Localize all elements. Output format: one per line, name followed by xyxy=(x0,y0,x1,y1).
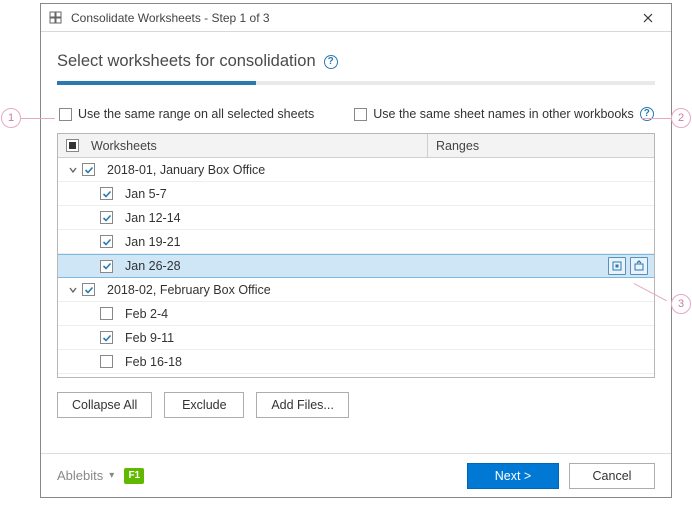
group-label: 2018-01, January Box Office xyxy=(107,163,265,177)
checkbox-icon[interactable] xyxy=(100,211,113,224)
col-worksheets-label: Worksheets xyxy=(91,139,157,153)
sheet-row[interactable]: Feb 16-18 xyxy=(58,350,654,374)
action-buttons-row: Collapse All Exclude Add Files... xyxy=(57,392,655,418)
exclude-label: Exclude xyxy=(182,398,226,412)
exclude-button[interactable]: Exclude xyxy=(164,392,244,418)
sheet-row[interactable]: Jan 26-28 xyxy=(58,254,654,278)
cancel-button[interactable]: Cancel xyxy=(569,463,655,489)
checkbox-icon[interactable] xyxy=(100,260,113,273)
brand-link[interactable]: Ablebits ▾ xyxy=(57,468,114,483)
chevron-down-icon: ▾ xyxy=(109,470,114,481)
annotation-3: 3 xyxy=(671,294,691,314)
add-files-button[interactable]: Add Files... xyxy=(256,392,349,418)
sheet-label: Feb 16-18 xyxy=(125,355,182,369)
next-label: Next > xyxy=(495,469,531,483)
caret-down-icon[interactable] xyxy=(66,165,80,175)
sheet-row[interactable]: Jan 19-21 xyxy=(58,230,654,254)
group-row[interactable]: 2018-02, February Box Office xyxy=(58,278,654,302)
checkbox-icon[interactable] xyxy=(100,187,113,200)
sheet-label: Jan 26-28 xyxy=(125,259,181,273)
titlebar: Consolidate Worksheets - Step 1 of 3 xyxy=(41,4,671,32)
cancel-label: Cancel xyxy=(593,469,632,483)
help-icon[interactable]: ? xyxy=(324,55,338,69)
grid-body: 2018-01, January Box Office Jan 5-7 Jan 12… xyxy=(58,158,654,377)
collapse-all-button[interactable]: Collapse All xyxy=(57,392,152,418)
checkbox-icon[interactable] xyxy=(100,331,113,344)
checkbox-icon xyxy=(354,108,367,121)
sheet-row[interactable]: Feb 2-4 xyxy=(58,302,654,326)
f1-label: F1 xyxy=(128,470,140,481)
sheet-label: Jan 5-7 xyxy=(125,187,167,201)
caret-down-icon[interactable] xyxy=(66,285,80,295)
page-heading: Select worksheets for consolidation xyxy=(57,52,316,71)
checkbox-icon[interactable] xyxy=(82,283,95,296)
sheet-label: Feb 9-11 xyxy=(125,331,174,345)
header-checkbox-icon[interactable] xyxy=(66,139,79,152)
checkbox-icon[interactable] xyxy=(100,307,113,320)
grid-header: Worksheets Ranges xyxy=(58,134,654,158)
opt-same-names-label: Use the same sheet names in other workbo… xyxy=(373,107,634,121)
annotation-2-line xyxy=(641,118,671,119)
next-button[interactable]: Next > xyxy=(467,463,559,489)
window-title: Consolidate Worksheets - Step 1 of 3 xyxy=(71,11,623,25)
annotation-2-label: 2 xyxy=(678,112,684,124)
step-indicator xyxy=(57,81,655,85)
help-f1-button[interactable]: F1 xyxy=(124,468,144,484)
options-row: Use the same range on all selected sheet… xyxy=(59,107,655,121)
app-icon xyxy=(49,11,63,25)
col-ranges[interactable]: Ranges xyxy=(428,134,654,157)
col-worksheets[interactable]: Worksheets xyxy=(58,134,428,157)
annotation-2: 2 xyxy=(671,108,691,128)
close-button[interactable] xyxy=(631,4,665,31)
collapse-all-label: Collapse All xyxy=(72,398,137,412)
sheet-label: Feb 2-4 xyxy=(125,307,168,321)
expand-range-icon[interactable] xyxy=(630,257,648,275)
checkbox-icon xyxy=(59,108,72,121)
group-label: 2018-02, February Box Office xyxy=(107,283,271,297)
sheet-row[interactable]: Jan 12-14 xyxy=(58,206,654,230)
opt-same-range-label: Use the same range on all selected sheet… xyxy=(78,107,314,121)
group-row[interactable]: 2018-01, January Box Office xyxy=(58,158,654,182)
checkbox-icon[interactable] xyxy=(82,163,95,176)
worksheet-grid: Worksheets Ranges 2018-01, January Box O… xyxy=(57,133,655,378)
dialog-content: Select worksheets for consolidation ? Us… xyxy=(41,32,671,453)
col-ranges-label: Ranges xyxy=(436,139,479,153)
add-files-label: Add Files... xyxy=(271,398,334,412)
opt-same-range[interactable]: Use the same range on all selected sheet… xyxy=(59,107,314,121)
annotation-1: 1 xyxy=(1,108,21,128)
dialog-window: Consolidate Worksheets - Step 1 of 3 Sel… xyxy=(40,3,672,498)
annotation-1-line xyxy=(21,118,55,119)
sheet-row[interactable]: Jan 5-7 xyxy=(58,182,654,206)
checkbox-icon[interactable] xyxy=(100,235,113,248)
annotation-1-label: 1 xyxy=(8,112,14,124)
sheet-label: Jan 12-14 xyxy=(125,211,181,225)
sheet-label: Jan 19-21 xyxy=(125,235,181,249)
dialog-footer: Ablebits ▾ F1 Next > Cancel xyxy=(41,453,671,497)
select-range-icon[interactable] xyxy=(608,257,626,275)
checkbox-icon[interactable] xyxy=(100,355,113,368)
annotation-3-label: 3 xyxy=(678,298,684,310)
brand-label: Ablebits xyxy=(57,468,103,483)
sheet-row[interactable]: Feb 9-11 xyxy=(58,326,654,350)
opt-same-names[interactable]: Use the same sheet names in other workbo… xyxy=(354,107,654,121)
